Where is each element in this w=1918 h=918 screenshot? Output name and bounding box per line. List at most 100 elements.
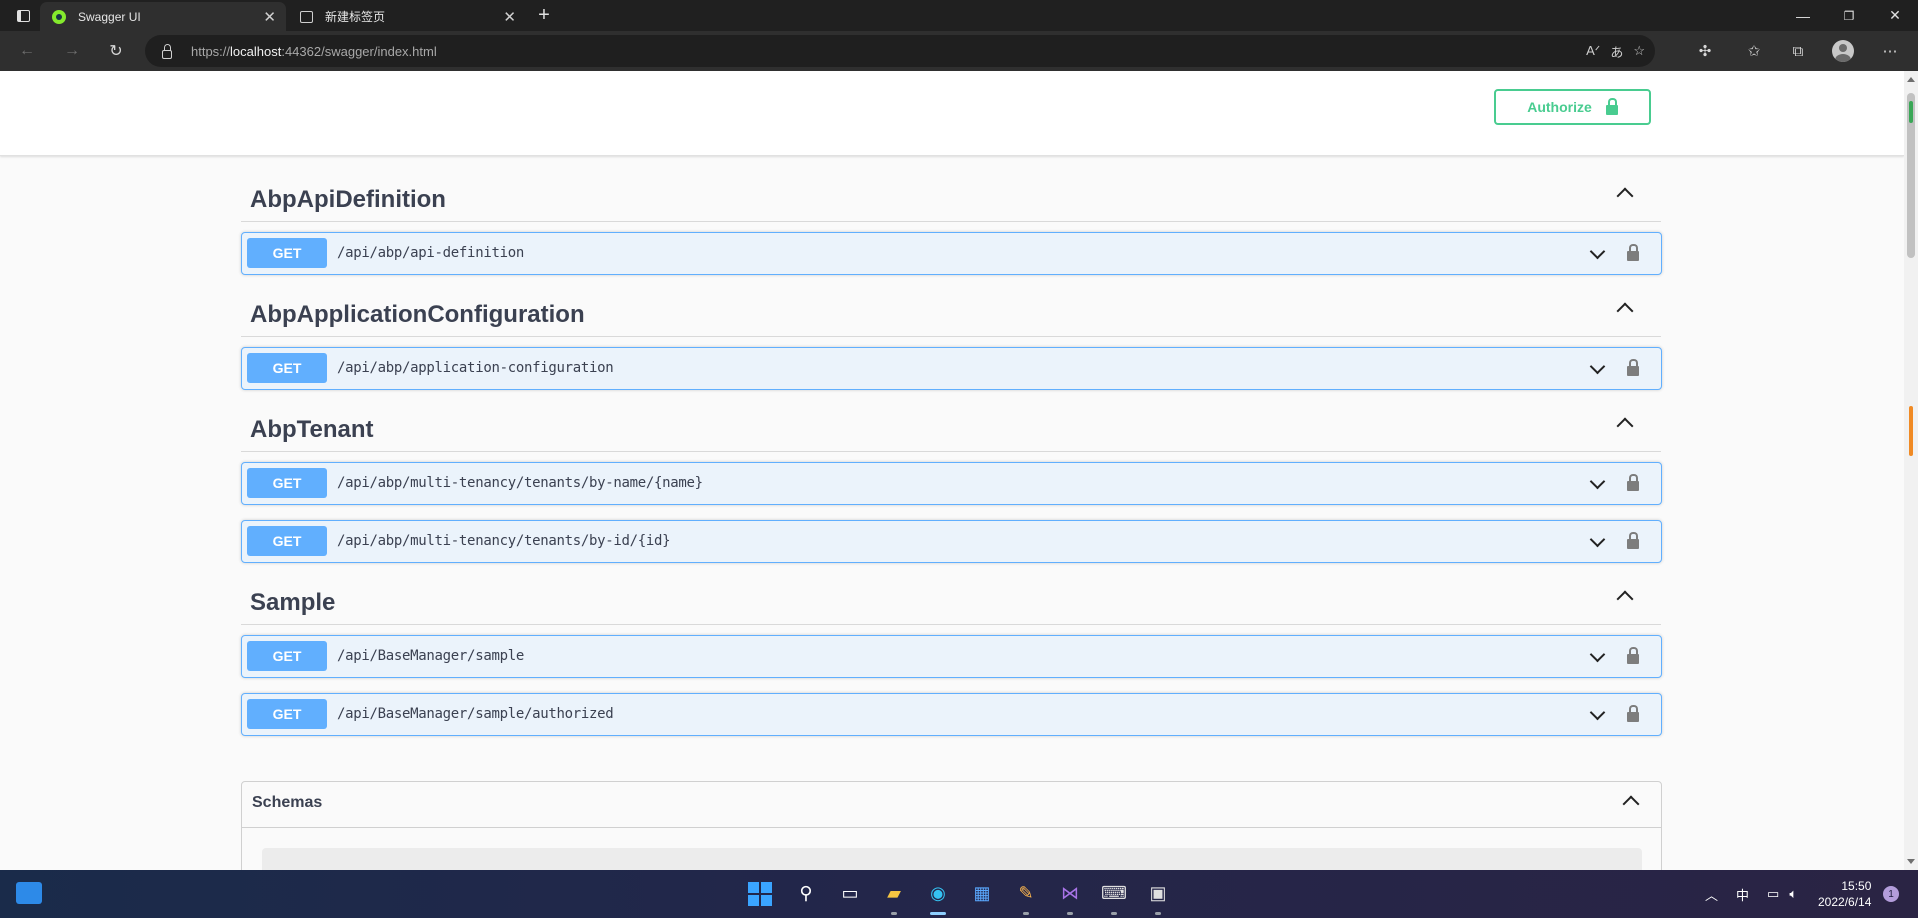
operation-get-sample-authorized[interactable]: GET /api/BaseManager/sample/authorized [241, 693, 1662, 736]
ime-indicator[interactable]: 中 [1736, 885, 1749, 904]
method-badge: GET [247, 699, 327, 729]
running-indicator [891, 912, 897, 915]
browser-tab-bar: Swagger UI ✕ 新建标签页 ✕ + — ❐ ✕ [0, 0, 1918, 31]
operation-path: /api/abp/multi-tenancy/tenants/by-id/{id… [337, 533, 671, 549]
section-sample[interactable]: Sample [241, 579, 1661, 625]
edge-browser-icon[interactable]: ◉ [925, 880, 951, 906]
show-hidden-icons-chevron-icon[interactable]: ︿ [1705, 885, 1718, 904]
terminal-icon[interactable]: ⌨ [1101, 880, 1127, 906]
microsoft-store-icon[interactable]: ▦ [969, 880, 995, 906]
collapse-icon[interactable] [1616, 590, 1634, 608]
command-prompt-icon[interactable]: ▣ [1145, 880, 1171, 906]
operation-get-tenant-by-name[interactable]: GET /api/abp/multi-tenancy/tenants/by-na… [241, 462, 1662, 505]
expand-icon[interactable] [1589, 473, 1606, 490]
extensions-icon[interactable]: ✣ [1694, 40, 1716, 62]
active-app-indicator [930, 912, 946, 915]
tab-title: Swagger UI [78, 9, 141, 24]
clock[interactable]: 15:50 2022/6/14 [1818, 878, 1871, 910]
profile-avatar[interactable] [1832, 40, 1854, 62]
add-favorite-icon[interactable]: ☆ [1633, 43, 1645, 59]
expand-icon[interactable] [1589, 646, 1606, 663]
schemas-section[interactable]: Schemas [241, 781, 1662, 870]
collapse-icon[interactable] [1622, 795, 1640, 813]
address-bar[interactable]: https://localhost:44362/swagger/index.ht… [145, 35, 1655, 67]
section-title: AbpApiDefinition [250, 186, 446, 213]
url-text[interactable]: https://localhost:44362/swagger/index.ht… [191, 44, 437, 59]
favorites-icon[interactable]: ✩ [1743, 40, 1765, 62]
search-icon[interactable]: ⚲ [793, 880, 819, 906]
expand-icon[interactable] [1589, 358, 1606, 375]
file-explorer-icon[interactable]: ▰ [881, 880, 907, 906]
running-indicator [1023, 912, 1029, 915]
tab-swagger-ui[interactable]: Swagger UI ✕ [40, 2, 286, 31]
method-badge: GET [247, 353, 327, 383]
address-bar-actions: Aᐟ あ ☆ [1586, 35, 1655, 67]
operation-get-tenant-by-id[interactable]: GET /api/abp/multi-tenancy/tenants/by-id… [241, 520, 1662, 563]
running-indicator [1067, 912, 1073, 915]
translate-icon[interactable]: あ [1610, 42, 1623, 61]
section-abp-application-configuration[interactable]: AbpApplicationConfiguration [241, 291, 1661, 337]
running-indicator [1155, 912, 1161, 915]
expand-icon[interactable] [1589, 531, 1606, 548]
volume-icon[interactable]: 🔈︎ [1789, 886, 1797, 902]
widgets-icon[interactable] [16, 882, 42, 904]
operation-get-sample[interactable]: GET /api/BaseManager/sample [241, 635, 1662, 678]
operation-path: /api/abp/application-configuration [337, 360, 614, 376]
scroll-marker [1909, 101, 1913, 123]
more-menu-icon[interactable]: ⋯ [1879, 40, 1901, 62]
divider [242, 827, 1661, 828]
tab-new-tab[interactable]: 新建标签页 ✕ [288, 2, 526, 31]
collections-icon[interactable]: ⧉ [1787, 40, 1809, 62]
running-indicator [1111, 912, 1117, 915]
new-tab-button[interactable]: + [521, 0, 567, 31]
swagger-page: Authorize AbpApiDefinition GET /api/abp/… [0, 71, 1904, 870]
schema-model-container[interactable] [262, 848, 1642, 870]
tab-close-icon[interactable]: ✕ [503, 8, 516, 26]
section-abp-tenant[interactable]: AbpTenant [241, 406, 1661, 452]
method-badge: GET [247, 641, 327, 671]
tab-close-icon[interactable]: ✕ [263, 8, 276, 26]
operation-get-api-definition[interactable]: GET /api/abp/api-definition [241, 232, 1662, 275]
scroll-up-arrow-icon[interactable] [1907, 77, 1915, 82]
forward-arrow-icon[interactable]: → [58, 39, 86, 63]
notification-badge[interactable]: 1 [1883, 886, 1899, 902]
authorization-lock-icon[interactable] [1627, 244, 1639, 261]
authorize-button[interactable]: Authorize [1494, 89, 1651, 125]
collapse-icon[interactable] [1616, 187, 1634, 205]
authorization-lock-icon[interactable] [1627, 705, 1639, 722]
expand-icon[interactable] [1589, 243, 1606, 260]
authorization-lock-icon[interactable] [1627, 647, 1639, 664]
authorization-lock-icon[interactable] [1627, 474, 1639, 491]
expand-icon[interactable] [1589, 704, 1606, 721]
network-icon[interactable]: ▭ [1767, 886, 1779, 902]
close-window-icon[interactable]: ✕ [1872, 0, 1918, 31]
windows-taskbar: ⚲ ▭ ▰ ◉ ▦ ✎ ⋈ ⌨ ▣ ︿ 中 ▭ 🔈︎ 15:50 2022/6/… [0, 870, 1918, 918]
authorization-lock-icon[interactable] [1627, 359, 1639, 376]
start-button-windows-icon[interactable] [748, 882, 772, 906]
visual-studio-icon[interactable]: ⋈ [1057, 880, 1083, 906]
scroll-down-arrow-icon[interactable] [1907, 859, 1915, 864]
task-view-icon[interactable]: ▭ [837, 880, 863, 906]
browser-toolbar: ← → ↻ https://localhost:44362/swagger/in… [0, 31, 1918, 71]
collapse-icon[interactable] [1616, 417, 1634, 435]
minimize-window-icon[interactable]: — [1780, 0, 1826, 31]
restore-window-icon[interactable]: ❐ [1826, 0, 1872, 31]
lock-icon[interactable] [162, 43, 172, 59]
operation-path: /api/abp/multi-tenancy/tenants/by-name/{… [337, 475, 703, 491]
operation-get-application-configuration[interactable]: GET /api/abp/application-configuration [241, 347, 1662, 390]
section-abp-api-definition[interactable]: AbpApiDefinition [241, 176, 1661, 222]
unlocked-icon [1605, 98, 1618, 115]
method-badge: GET [247, 526, 327, 556]
operation-path: /api/BaseManager/sample [337, 648, 524, 664]
refresh-icon[interactable]: ↻ [102, 39, 130, 63]
authorization-lock-icon[interactable] [1627, 532, 1639, 549]
operation-path: /api/BaseManager/sample/authorized [337, 706, 614, 722]
collapse-icon[interactable] [1616, 302, 1634, 320]
new-tab-page-icon [300, 10, 313, 23]
page-scrollbar[interactable] [1904, 71, 1918, 870]
paint-icon[interactable]: ✎ [1013, 880, 1039, 906]
operation-path: /api/abp/api-definition [337, 245, 524, 261]
back-arrow-icon[interactable]: ← [13, 39, 41, 63]
read-aloud-icon[interactable]: Aᐟ [1586, 43, 1600, 59]
authorize-label: Authorize [1527, 99, 1592, 115]
